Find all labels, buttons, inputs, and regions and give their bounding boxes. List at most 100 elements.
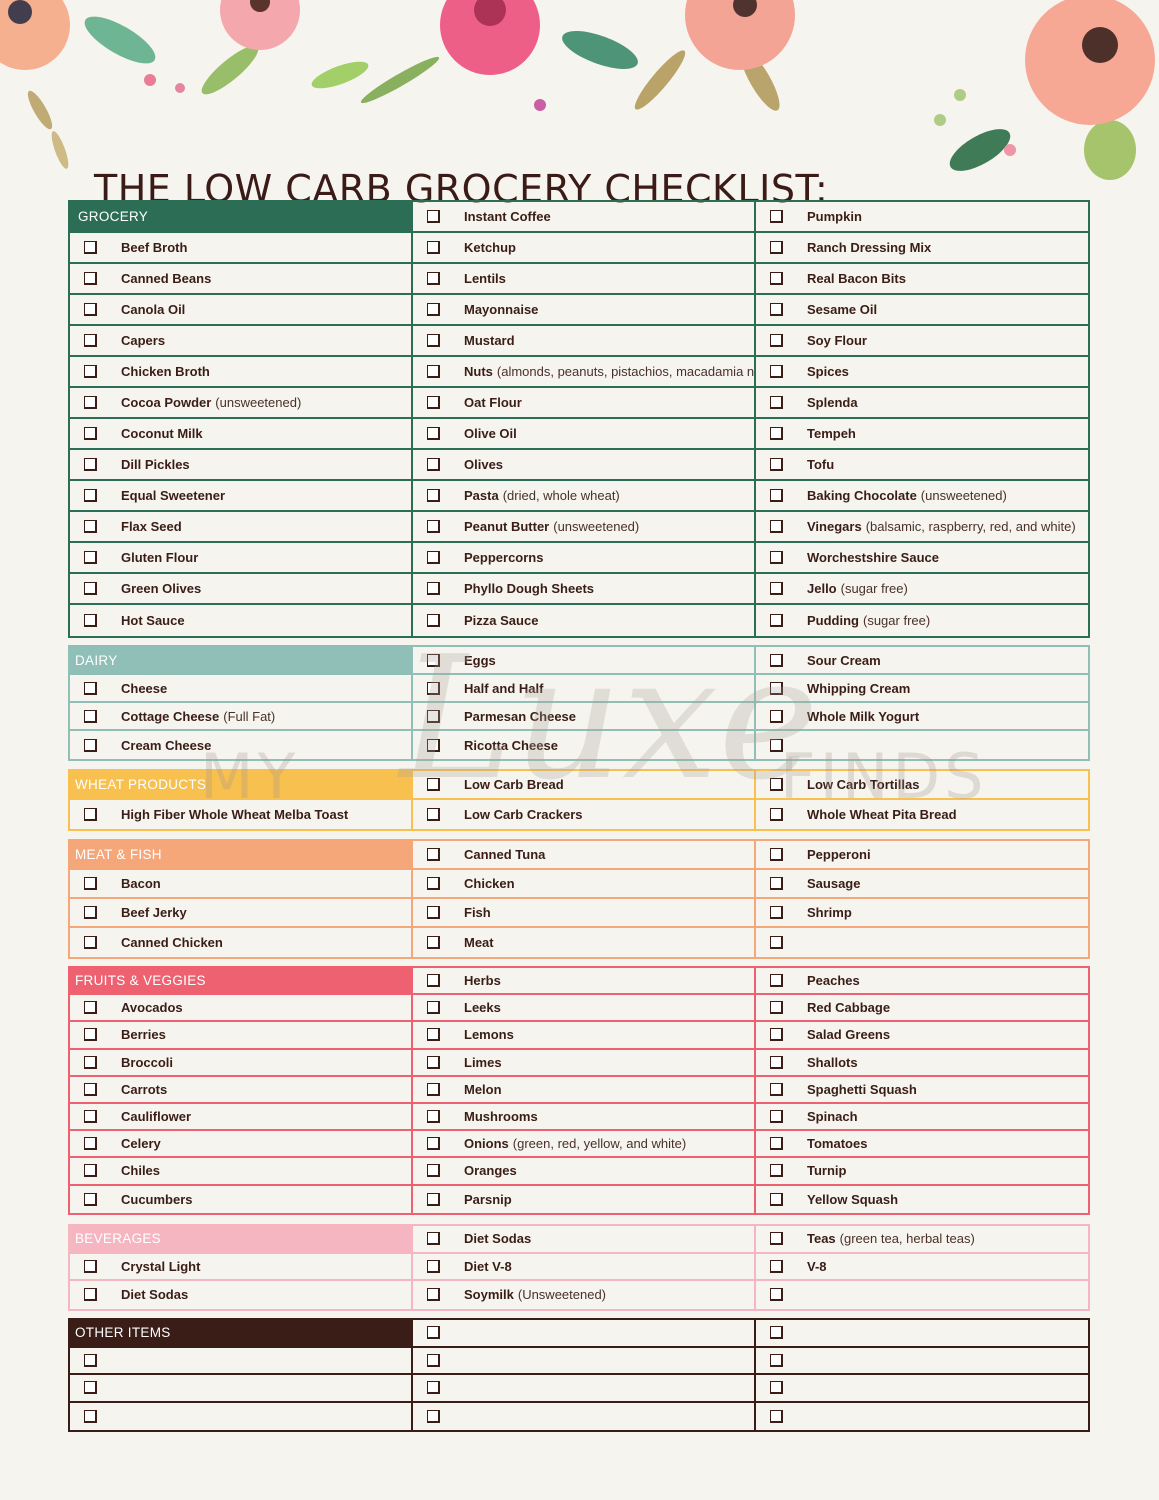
- checkbox-icon[interactable]: [770, 1288, 783, 1302]
- checklist-item[interactable]: Whole Milk Yogurt: [756, 703, 1088, 731]
- checklist-item[interactable]: Crystal Light: [70, 1253, 413, 1281]
- checkbox-icon[interactable]: [84, 1353, 97, 1367]
- checkbox-icon[interactable]: [770, 1409, 783, 1423]
- checkbox-icon[interactable]: [84, 272, 97, 285]
- checklist-item[interactable]: Whipping Cream: [756, 675, 1088, 703]
- checklist-item[interactable]: Soymilk (Unsweetened): [413, 1281, 756, 1309]
- checklist-item[interactable]: Meat: [413, 928, 756, 957]
- checkbox-icon[interactable]: [427, 551, 440, 564]
- checkbox-icon[interactable]: [84, 427, 97, 440]
- checkbox-icon[interactable]: [84, 458, 97, 471]
- checkbox-icon[interactable]: [770, 582, 783, 595]
- checklist-item[interactable]: Hot Sauce: [70, 605, 413, 636]
- checkbox-icon[interactable]: [84, 1055, 97, 1069]
- checklist-item[interactable]: Sour Cream: [756, 647, 1088, 675]
- checklist-item[interactable]: Parsnip: [413, 1185, 756, 1213]
- checklist-item[interactable]: Turnip: [756, 1158, 1088, 1186]
- checkbox-icon[interactable]: [84, 1192, 97, 1206]
- checklist-item[interactable]: Oat Flour: [413, 388, 756, 419]
- checklist-item[interactable]: Spinach: [756, 1104, 1088, 1132]
- checkbox-icon[interactable]: [84, 365, 97, 378]
- checkbox-icon[interactable]: [427, 396, 440, 409]
- checkbox-icon[interactable]: [84, 1381, 97, 1395]
- checklist-item[interactable]: [756, 1348, 1088, 1375]
- checklist-item[interactable]: Berries: [70, 1022, 413, 1050]
- checkbox-icon[interactable]: [84, 681, 97, 695]
- checkbox-icon[interactable]: [770, 808, 783, 821]
- checkbox-icon[interactable]: [770, 1192, 783, 1206]
- checklist-item[interactable]: Parmesan Cheese: [413, 703, 756, 731]
- checkbox-icon[interactable]: [770, 848, 783, 861]
- checklist-item[interactable]: Instant Coffee: [413, 202, 756, 233]
- checklist-item[interactable]: [756, 1403, 1088, 1431]
- checklist-item[interactable]: V-8: [756, 1254, 1088, 1281]
- checklist-item[interactable]: Coconut Milk: [70, 419, 413, 450]
- checklist-item[interactable]: Salad Greens: [756, 1022, 1088, 1050]
- checkbox-icon[interactable]: [770, 1028, 783, 1042]
- checkbox-icon[interactable]: [427, 778, 440, 791]
- checkbox-icon[interactable]: [427, 210, 440, 223]
- checkbox-icon[interactable]: [770, 906, 783, 919]
- checklist-item[interactable]: Chicken: [413, 870, 756, 899]
- checklist-item[interactable]: Cheese: [70, 675, 413, 703]
- checkbox-icon[interactable]: [427, 1288, 440, 1302]
- checkbox-icon[interactable]: [427, 906, 440, 919]
- checklist-item[interactable]: Mustard: [413, 326, 756, 357]
- checkbox-icon[interactable]: [770, 1082, 783, 1096]
- checkbox-icon[interactable]: [84, 241, 97, 254]
- checklist-item[interactable]: Pasta (dried, whole wheat): [413, 481, 756, 512]
- checklist-item[interactable]: Celery: [70, 1131, 413, 1159]
- checkbox-icon[interactable]: [84, 1259, 97, 1273]
- checkbox-icon[interactable]: [770, 1110, 783, 1124]
- checklist-item[interactable]: Flax Seed: [70, 512, 413, 543]
- checkbox-icon[interactable]: [427, 936, 440, 949]
- checkbox-icon[interactable]: [427, 709, 440, 723]
- checklist-item[interactable]: Broccoli: [70, 1049, 413, 1077]
- checklist-item[interactable]: Ranch Dressing Mix: [756, 233, 1088, 264]
- checkbox-icon[interactable]: [770, 1001, 783, 1015]
- checklist-item[interactable]: [70, 1375, 413, 1403]
- checklist-item[interactable]: Mushrooms: [413, 1103, 756, 1132]
- checklist-item[interactable]: [756, 1281, 1088, 1309]
- checkbox-icon[interactable]: [427, 653, 440, 667]
- checkbox-icon[interactable]: [770, 1164, 783, 1178]
- checklist-item[interactable]: Canned Tuna: [413, 841, 756, 870]
- checklist-item[interactable]: Pizza Sauce: [413, 605, 756, 636]
- checkbox-icon[interactable]: [427, 1259, 440, 1273]
- checklist-item[interactable]: Oranges: [413, 1158, 756, 1186]
- checkbox-icon[interactable]: [84, 303, 97, 316]
- checklist-item[interactable]: Lentils: [413, 264, 756, 295]
- checklist-item[interactable]: Jello (sugar free): [756, 574, 1088, 605]
- checkbox-icon[interactable]: [84, 396, 97, 409]
- checkbox-icon[interactable]: [770, 709, 783, 723]
- checklist-item[interactable]: Peppercorns: [413, 543, 756, 574]
- checklist-item[interactable]: Lemons: [413, 1022, 756, 1050]
- checklist-item[interactable]: Canola Oil: [70, 295, 413, 326]
- checkbox-icon[interactable]: [770, 1353, 783, 1367]
- checklist-item[interactable]: Chicken Broth: [70, 357, 413, 388]
- checkbox-icon[interactable]: [770, 653, 783, 667]
- checkbox-icon[interactable]: [770, 241, 783, 254]
- checklist-item[interactable]: Tomatoes: [756, 1131, 1088, 1159]
- checklist-item[interactable]: Low Carb Bread: [413, 771, 756, 800]
- checkbox-icon[interactable]: [770, 303, 783, 316]
- checkbox-icon[interactable]: [84, 1137, 97, 1151]
- checklist-item[interactable]: Canned Beans: [70, 264, 413, 295]
- checklist-item[interactable]: Leeks: [413, 995, 756, 1023]
- checkbox-icon[interactable]: [427, 974, 440, 988]
- checkbox-icon[interactable]: [427, 1082, 440, 1096]
- checkbox-icon[interactable]: [84, 582, 97, 595]
- checklist-item[interactable]: Tempeh: [756, 419, 1088, 450]
- checklist-item[interactable]: Cottage Cheese (Full Fat): [70, 703, 413, 731]
- checkbox-icon[interactable]: [770, 1259, 783, 1273]
- checkbox-icon[interactable]: [770, 877, 783, 890]
- checklist-item[interactable]: [413, 1347, 756, 1375]
- checkbox-icon[interactable]: [770, 778, 783, 791]
- checklist-item[interactable]: Worchestshire Sauce: [756, 543, 1088, 574]
- checklist-item[interactable]: Equal Sweetener: [70, 481, 413, 512]
- checkbox-icon[interactable]: [427, 1028, 440, 1042]
- checkbox-icon[interactable]: [84, 334, 97, 347]
- checkbox-icon[interactable]: [427, 1110, 440, 1124]
- checklist-item[interactable]: [413, 1375, 756, 1403]
- checklist-item[interactable]: Bacon: [70, 870, 413, 899]
